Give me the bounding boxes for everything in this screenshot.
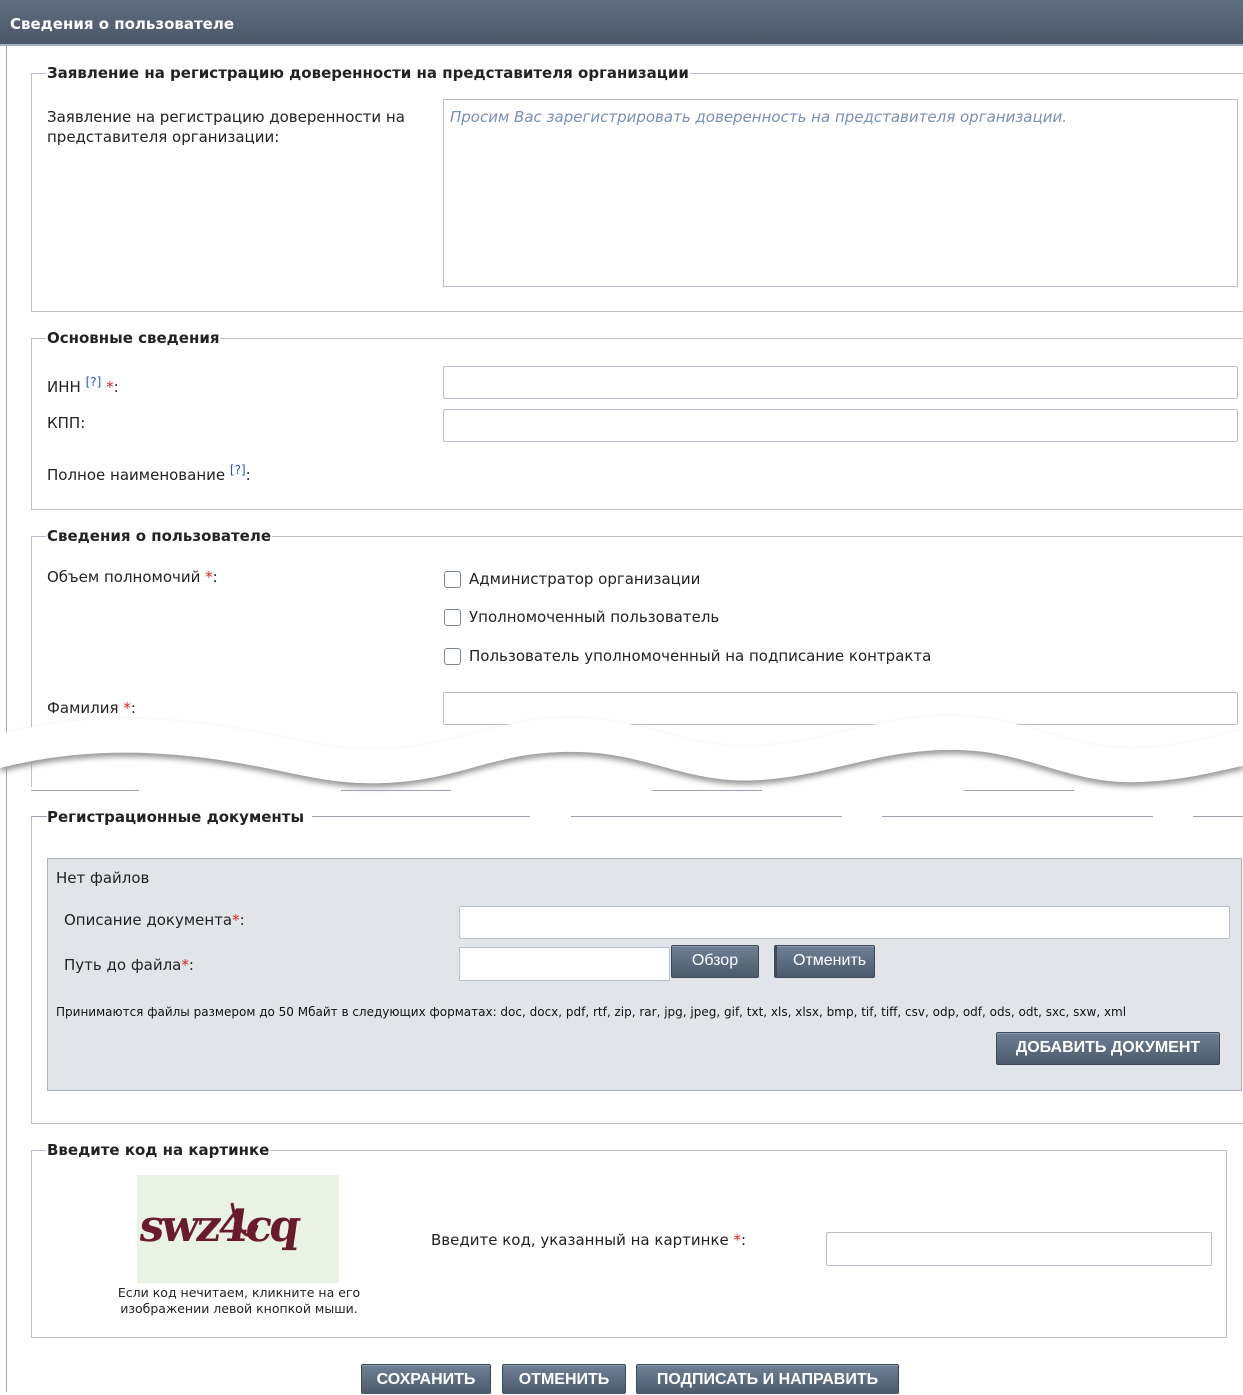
cancel-button[interactable]: ОТМЕНИТЬ: [502, 1364, 626, 1394]
legend-line-fragment: [1193, 816, 1243, 817]
formats-note: Принимаются файлы размером до 50 Мбайт в…: [56, 1005, 1127, 1019]
legend-line-fragment: [312, 816, 530, 817]
fullname-label: Полное наименование [?]:: [47, 463, 251, 484]
captcha-hint: Если код нечитаем, кликните на его изобр…: [117, 1285, 361, 1316]
legend-line-fragment: [571, 816, 842, 817]
sign-and-send-button[interactable]: ПОДПИСАТЬ И НАПРАВИТЬ: [636, 1364, 899, 1394]
checkbox-org-admin-label: Администратор организации: [469, 570, 701, 588]
statement-label: Заявление на регистрацию доверенности на…: [47, 108, 405, 146]
page-header-title: Сведения о пользователе: [10, 15, 235, 33]
page-header: Сведения о пользователе: [0, 0, 1243, 46]
legend-line-fragment: [882, 816, 1153, 817]
inn-required-mark: *: [106, 378, 114, 396]
captcha-input[interactable]: [826, 1232, 1212, 1266]
browse-button[interactable]: Обзор: [671, 945, 759, 978]
inn-label: ИНН [?] *:: [47, 375, 119, 396]
separator-fragment: [31, 790, 139, 791]
captcha-input-label: Введите код, указанный на картинке *:: [431, 1231, 747, 1249]
add-document-button[interactable]: ДОБАВИТЬ ДОКУМЕНТ: [996, 1032, 1220, 1065]
inn-help-link[interactable]: [?]: [86, 375, 102, 389]
separator-fragment: [652, 790, 762, 791]
doc-description-label: Описание документа*:: [64, 911, 245, 929]
documents-legend: Регистрационные документы: [47, 808, 305, 826]
captcha-legend: Введите код на картинке: [47, 1141, 270, 1159]
checkbox-authorized-user-label: Уполномоченный пользователь: [469, 608, 720, 626]
basic-legend: Основные сведения: [47, 329, 220, 347]
kpp-input[interactable]: [443, 409, 1238, 442]
file-path-label: Путь до файла*:: [64, 956, 194, 974]
user-legend: Сведения о пользователе: [47, 527, 272, 545]
checkbox-org-admin[interactable]: [444, 571, 461, 588]
separator-fragment: [964, 790, 1074, 791]
captcha-image[interactable]: swz4cq: [136, 1175, 339, 1283]
scope-required-mark: *: [205, 568, 213, 586]
cancel-file-button[interactable]: Отменить: [774, 945, 875, 978]
checkbox-authorized-user[interactable]: [444, 609, 461, 626]
fullname-help-link[interactable]: [?]: [230, 463, 246, 477]
kpp-label: КПП:: [47, 414, 86, 432]
legend-line-fragment: [31, 816, 47, 817]
doc-description-input[interactable]: [459, 906, 1230, 939]
statement-legend: Заявление на регистрацию доверенности на…: [47, 64, 689, 82]
checkbox-contract-signer-label: Пользователь уполномоченный на подписани…: [469, 647, 932, 665]
inn-input[interactable]: [443, 366, 1238, 399]
scope-label: Объем полномочий *:: [47, 568, 218, 586]
file-path-input[interactable]: [459, 947, 670, 981]
captcha-graphic: swz4cq: [136, 1200, 303, 1252]
no-files-text: Нет файлов: [56, 869, 150, 887]
statement-textarea[interactable]: [443, 99, 1238, 287]
separator-fragment: [341, 790, 451, 791]
checkbox-contract-signer[interactable]: [444, 648, 461, 665]
svg-text:swz4cq: swz4cq: [137, 1200, 303, 1252]
torn-page-separator: [0, 715, 1243, 788]
save-button[interactable]: СОХРАНИТЬ: [361, 1364, 491, 1394]
